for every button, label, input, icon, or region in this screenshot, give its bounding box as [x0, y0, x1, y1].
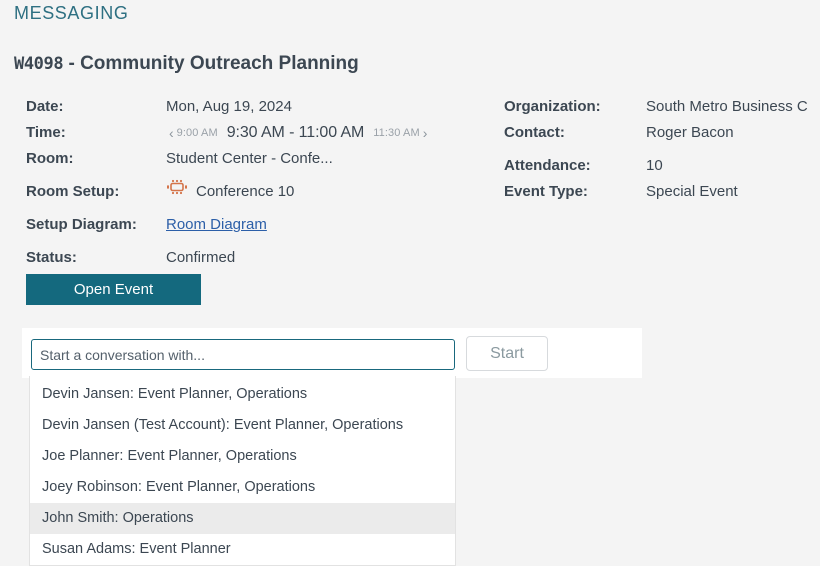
start-conversation-button[interactable]: Start	[466, 336, 548, 371]
list-item[interactable]: John Smith: Operations	[30, 503, 455, 534]
messaging-section-header: MESSAGING	[14, 3, 129, 23]
chevron-right-icon[interactable]: ›	[420, 125, 431, 141]
detail-row-status: Status: Confirmed	[26, 245, 496, 271]
time-current-value: 9:30 AM - 11:00 AM	[226, 124, 365, 141]
detail-row-event-type: Event Type: Special Event	[504, 179, 820, 205]
room-diagram-link[interactable]: Room Diagram	[166, 216, 267, 233]
contact-value: Roger Bacon	[646, 124, 734, 141]
open-event-button[interactable]: Open Event	[26, 274, 201, 305]
date-value: Mon, Aug 19, 2024	[166, 98, 292, 115]
detail-row-contact: Contact: Roger Bacon	[504, 120, 820, 146]
room-setup-value: Conference 10	[196, 183, 295, 200]
details-right-column: Organization: South Metro Business C Cont…	[504, 94, 820, 205]
detail-row-setup-diagram: Setup Diagram: Room Diagram	[26, 212, 496, 238]
list-item[interactable]: Susan Adams: Event Planner	[30, 534, 455, 565]
organization-value: South Metro Business C	[646, 98, 808, 115]
details-left-column: Date: Mon, Aug 19, 2024 Time: ‹ 9:00 AM 9:30…	[26, 94, 496, 271]
page-title: W4098 - Community Outreach Planning	[14, 53, 359, 75]
event-code: W4098	[14, 54, 64, 74]
room-label: Room:	[26, 150, 74, 167]
list-item[interactable]: Joey Robinson: Event Planner, Operations	[30, 472, 455, 503]
event-type-label: Event Type:	[504, 183, 588, 200]
event-type-value: Special Event	[646, 183, 738, 200]
chevron-left-icon[interactable]: ‹	[166, 125, 177, 141]
conversation-search-input[interactable]	[31, 339, 455, 370]
setup-diagram-label: Setup Diagram:	[26, 216, 137, 233]
list-item[interactable]: Devin Jansen (Test Account): Event Plann…	[30, 410, 455, 441]
status-value: Confirmed	[166, 249, 236, 266]
list-item[interactable]: Devin Jansen: Event Planner, Operations	[30, 379, 455, 410]
detail-row-room: Room: Student Center - Confe...	[26, 146, 496, 172]
conversation-recipient-dropdown[interactable]: Devin Jansen: Event Planner, Operations …	[29, 376, 456, 566]
title-separator: -	[63, 53, 81, 74]
date-label: Date:	[26, 98, 64, 115]
room-setup-label: Room Setup:	[26, 183, 120, 200]
time-label: Time:	[26, 124, 66, 141]
attendance-value: 10	[646, 157, 663, 174]
time-navigator: ‹ 9:00 AM 9:30 AM - 11:00 AM 11:30 AM ›	[166, 120, 430, 146]
detail-row-attendance: Attendance: 10	[504, 153, 820, 179]
detail-row-time: Time: ‹ 9:00 AM 9:30 AM - 11:00 AM 11:30 AM ›	[26, 120, 496, 146]
event-name: Community Outreach Planning	[80, 53, 359, 74]
list-item[interactable]: Joe Planner: Event Planner, Operations	[30, 441, 455, 472]
detail-row-date: Date: Mon, Aug 19, 2024	[26, 94, 496, 120]
detail-row-organization: Organization: South Metro Business C	[504, 94, 820, 120]
time-prev-slot[interactable]: 9:00 AM	[177, 127, 218, 139]
organization-label: Organization:	[504, 98, 601, 115]
status-label: Status:	[26, 249, 77, 266]
detail-row-room-setup: Room Setup: Conference 10	[26, 179, 496, 205]
room-value: Student Center - Confe...	[166, 150, 333, 167]
conference-table-icon	[166, 178, 188, 204]
attendance-label: Attendance:	[504, 157, 591, 174]
time-next-slot[interactable]: 11:30 AM	[373, 127, 419, 139]
contact-label: Contact:	[504, 124, 565, 141]
